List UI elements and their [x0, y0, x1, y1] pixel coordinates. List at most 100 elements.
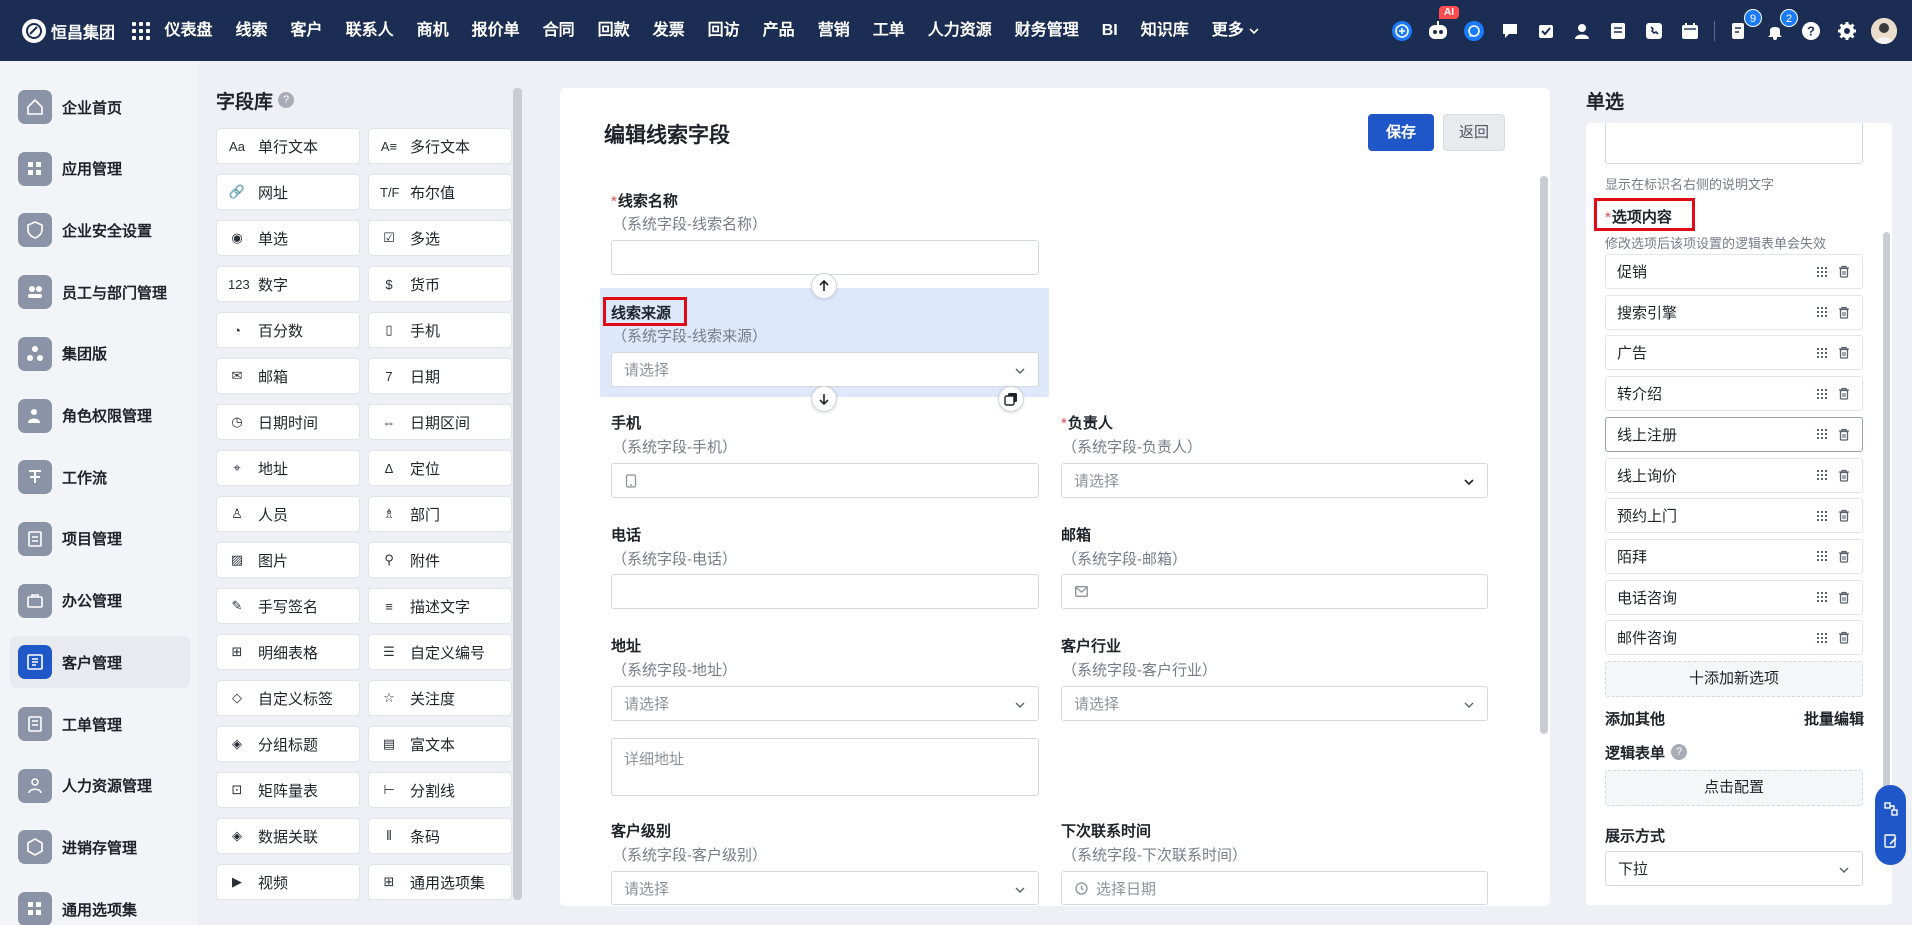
nav-item[interactable]: 人力资源 [916, 0, 1003, 61]
field-chip[interactable]: ▤ 富文本 [368, 726, 512, 762]
sidebar-item[interactable]: 集团版 [10, 328, 190, 380]
address-select[interactable]: 请选择 [611, 686, 1039, 721]
property-panel-scrollbar[interactable] [1883, 232, 1890, 812]
option-item[interactable]: 广告 [1605, 335, 1863, 371]
ai-robot-icon[interactable]: AI [1425, 5, 1459, 44]
lead-name-input[interactable] [611, 240, 1039, 275]
nav-item[interactable]: 财务管理 [1003, 0, 1090, 61]
save-button[interactable]: 保存 [1368, 114, 1434, 151]
drag-handle-icon[interactable] [1816, 428, 1828, 440]
add-option-button[interactable]: 十添加新选项 [1605, 661, 1863, 697]
sidebar-item[interactable]: 进销存管理 [10, 821, 190, 873]
nav-item[interactable]: 工单 [861, 0, 916, 61]
nav-item[interactable]: 回款 [586, 0, 641, 61]
nav-item[interactable]: BI [1090, 0, 1129, 61]
sidebar-item[interactable]: 员工与部门管理 [10, 266, 190, 318]
sidebar-item[interactable]: 企业安全设置 [10, 204, 190, 256]
field-chip[interactable]: ☑ 多选 [368, 220, 512, 256]
nav-item[interactable]: 产品 [751, 0, 806, 61]
field-chip[interactable]: Δ 定位 [368, 450, 512, 486]
trash-icon[interactable] [1838, 306, 1850, 319]
nav-item[interactable]: 合同 [531, 0, 586, 61]
task-icon[interactable]: 9 [1726, 8, 1762, 44]
option-item[interactable]: 线上询价 [1605, 457, 1863, 493]
detail-address-textarea[interactable]: 详细地址 [611, 738, 1039, 796]
nav-item[interactable]: 报价单 [460, 0, 531, 61]
add-circle-icon[interactable] [1389, 18, 1415, 44]
trash-icon[interactable] [1838, 591, 1850, 604]
option-item[interactable]: 转介绍 [1605, 376, 1863, 412]
option-item[interactable]: 陌拜 [1605, 538, 1863, 574]
field-chip[interactable]: ⊢ 分割线 [368, 772, 512, 808]
field-chip[interactable]: ⊞ 明细表格 [216, 634, 360, 670]
nav-item[interactable]: 回访 [696, 0, 751, 61]
display-mode-select[interactable]: 下拉 [1605, 851, 1863, 886]
option-item[interactable]: 电话咨询 [1605, 579, 1863, 615]
trash-icon[interactable] [1838, 469, 1850, 482]
drag-handle-icon[interactable] [1816, 550, 1828, 562]
option-item[interactable]: 搜索引擎 [1605, 294, 1863, 330]
industry-select[interactable]: 请选择 [1061, 686, 1488, 721]
phone-input[interactable] [611, 574, 1039, 609]
trash-icon[interactable] [1838, 631, 1850, 644]
customer-level-select[interactable]: 请选择 [611, 871, 1039, 905]
field-chip[interactable]: 7 日期 [368, 358, 512, 394]
help-icon[interactable]: ? [1798, 18, 1824, 44]
editor-scrollbar[interactable] [1540, 176, 1548, 734]
field-chip[interactable]: ♙ 人员 [216, 496, 360, 532]
drag-handle-icon[interactable] [1816, 388, 1828, 400]
nav-item[interactable]: 线索 [224, 0, 279, 61]
field-chip[interactable]: ≡ 描述文字 [368, 588, 512, 624]
option-item[interactable]: 预约上门 [1605, 498, 1863, 534]
sidebar-item[interactable]: 应用管理 [10, 143, 190, 195]
configure-logic-button[interactable]: 点击配置 [1605, 770, 1863, 806]
drag-handle-icon[interactable] [1816, 469, 1828, 481]
batch-edit-link[interactable]: 批量编辑 [1804, 708, 1864, 729]
contacts-icon[interactable] [1569, 18, 1595, 44]
user-avatar[interactable] [1871, 17, 1897, 44]
sidebar-item[interactable]: 人力资源管理 [10, 760, 190, 812]
drag-handle-icon[interactable] [1816, 632, 1828, 644]
field-chip[interactable]: $ 货币 [368, 266, 512, 302]
field-library-scrollbar[interactable] [513, 88, 522, 900]
field-chip[interactable]: ◇ 自定义标签 [216, 680, 360, 716]
drag-handle-icon[interactable] [1816, 347, 1828, 359]
back-button[interactable]: 返回 [1443, 114, 1505, 151]
option-item[interactable]: 邮件咨询 [1605, 620, 1863, 656]
nav-item[interactable]: 知识库 [1129, 0, 1200, 61]
trash-icon[interactable] [1838, 346, 1850, 360]
move-down-icon[interactable] [811, 386, 837, 412]
sidebar-item[interactable]: 办公管理 [10, 575, 190, 627]
drag-handle-icon[interactable] [1816, 510, 1828, 522]
settings-icon[interactable] [1834, 18, 1860, 44]
field-chip[interactable]: ▨ 图片 [216, 542, 360, 578]
field-chip[interactable]: ✎ 手写签名 [216, 588, 360, 624]
message-icon[interactable] [1497, 18, 1523, 44]
connect-icon[interactable] [1883, 802, 1898, 816]
nav-item[interactable]: 商机 [405, 0, 460, 61]
bell-icon[interactable]: 2 [1762, 8, 1798, 44]
field-chip[interactable]: ⦀ 条码 [368, 818, 512, 854]
copy-field-icon[interactable] [998, 386, 1024, 412]
help-icon[interactable]: ? [1671, 744, 1687, 760]
field-chip[interactable]: ⇔ 日期区间 [368, 404, 512, 440]
nav-item[interactable]: 发票 [641, 0, 696, 61]
edit-note-icon[interactable] [1883, 834, 1898, 848]
next-contact-date-input[interactable]: 选择日期 [1061, 871, 1488, 905]
field-chip[interactable]: ✉ 邮箱 [216, 358, 360, 394]
trash-icon[interactable] [1838, 550, 1850, 563]
app-logo[interactable]: 恒昌集团 [22, 0, 115, 61]
field-chip[interactable]: ◈ 分组标题 [216, 726, 360, 762]
sidebar-item[interactable]: 角色权限管理 [10, 390, 190, 442]
email-input[interactable] [1061, 574, 1488, 609]
approval-icon[interactable] [1533, 18, 1559, 44]
drag-handle-icon[interactable] [1816, 266, 1828, 278]
drag-handle-icon[interactable] [1816, 306, 1828, 318]
phone-icon[interactable] [1641, 18, 1667, 44]
trash-icon[interactable] [1838, 265, 1850, 278]
calendar-icon[interactable] [1677, 18, 1703, 44]
field-chip[interactable]: ☰ 自定义编号 [368, 634, 512, 670]
field-chip[interactable]: A≡ 多行文本 [368, 128, 512, 164]
help-icon[interactable]: ? [278, 92, 294, 108]
owner-select[interactable]: 请选择 [1061, 463, 1488, 498]
